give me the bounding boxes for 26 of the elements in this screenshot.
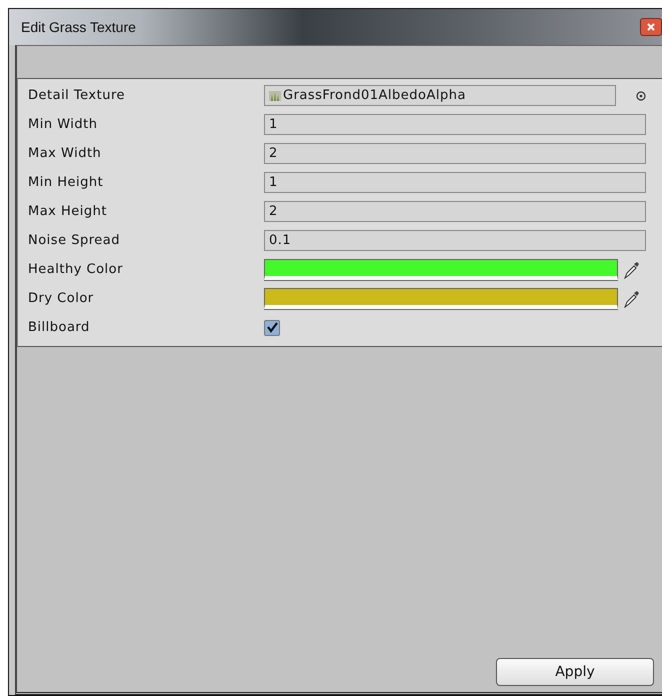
number-field[interactable]: 2 (264, 143, 646, 164)
number-field[interactable]: 1 (264, 114, 646, 135)
field-label: Max Width (27, 146, 102, 161)
texture-field[interactable]: GrassFrond01AlbedoAlpha (264, 85, 616, 106)
apply-button[interactable]: Apply (496, 658, 654, 686)
field-label: Billboard (27, 320, 91, 335)
field-label: Detail Texture (27, 88, 126, 103)
color-field[interactable] (264, 288, 618, 309)
grass-icon (269, 90, 281, 100)
target-icon[interactable] (636, 90, 646, 100)
field-label: Noise Spread (27, 233, 121, 248)
eyedropper-icon[interactable] (624, 260, 640, 278)
number-field[interactable]: 0.1 (264, 230, 646, 251)
number-field[interactable]: 1 (264, 172, 646, 193)
checkbox[interactable] (264, 320, 280, 336)
field-label: Max Height (27, 204, 108, 219)
field-label: Dry Color (27, 291, 95, 306)
field-label: Min Width (27, 117, 98, 132)
color-field[interactable] (264, 259, 618, 280)
window-title: Edit Grass Texture (21, 19, 136, 35)
field-label: Min Height (27, 175, 104, 190)
eyedropper-icon[interactable] (624, 290, 640, 308)
field-label: Healthy Color (27, 262, 124, 277)
close-icon (646, 22, 656, 32)
close-button[interactable] (640, 18, 662, 36)
number-field[interactable]: 2 (264, 201, 646, 222)
